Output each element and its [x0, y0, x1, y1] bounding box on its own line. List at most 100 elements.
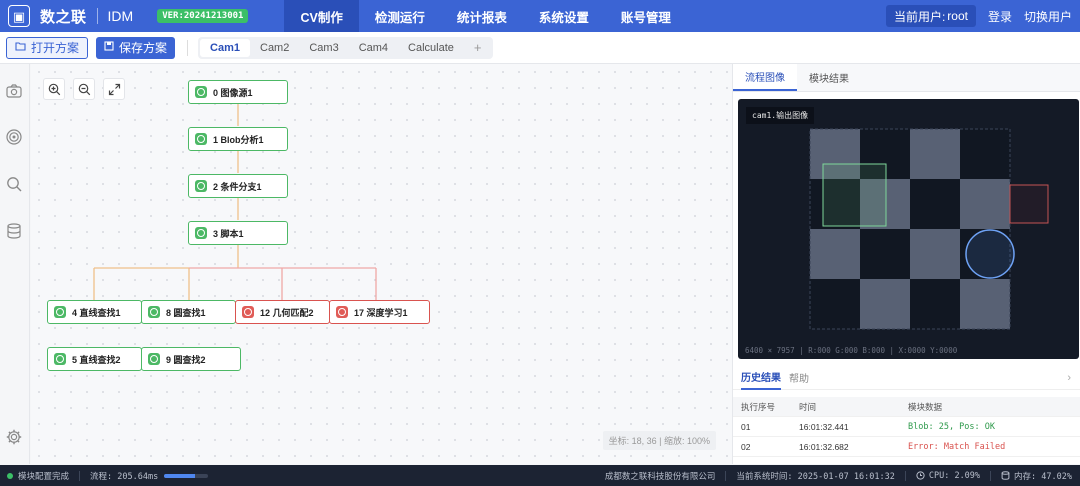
- clock-icon: [916, 471, 925, 480]
- viewer-pixel-info: 6400 × 7957 | R:000 G:000 B:000 | X:0000…: [745, 346, 958, 355]
- flow-node[interactable]: 3 脚本1: [188, 221, 288, 245]
- camera-icon[interactable]: [5, 82, 25, 102]
- company-name: 成都数之联科技股份有限公司: [604, 470, 716, 481]
- status-ok-icon: [54, 353, 66, 365]
- right-panel: 流程图像 模块结果 cam1.输出图像 6400 × 7957 | R:000 …: [732, 64, 1080, 464]
- tab-cam3[interactable]: Cam3: [299, 39, 348, 57]
- chevron-right-icon[interactable]: ›: [1067, 372, 1071, 384]
- target-icon[interactable]: [5, 128, 25, 148]
- flow-node[interactable]: 8 圆查找1: [141, 300, 236, 324]
- tab-cam2[interactable]: Cam2: [250, 39, 299, 57]
- nav-account-manage[interactable]: 账号管理: [605, 0, 687, 32]
- nav-cv-make[interactable]: CV制作: [284, 0, 359, 32]
- cpu-usage: CPU: 2.09%: [916, 471, 980, 481]
- gear-icon[interactable]: [5, 428, 25, 448]
- status-divider: [725, 470, 727, 481]
- nav-detect-run[interactable]: 检测运行: [359, 0, 441, 32]
- node-label: 5 直线查找2: [72, 354, 121, 365]
- brand-name: 数之联: [40, 8, 87, 26]
- node-label: 2 条件分支1: [213, 181, 262, 192]
- folder-open-icon: [15, 41, 26, 54]
- flow-node[interactable]: 1 Blob分析1: [188, 127, 288, 151]
- chip-logo-icon: ▣: [8, 5, 30, 27]
- tab-flow-image[interactable]: 流程图像: [733, 64, 797, 91]
- status-bar: 模块配置完成 流程: 205.64ms 成都数之联科技股份有限公司 当前系统时间…: [0, 465, 1080, 486]
- brand-divider: [96, 8, 98, 24]
- node-label: 12 几何匹配2: [260, 307, 314, 318]
- node-label: 17 深度学习1: [354, 307, 408, 318]
- database-icon[interactable]: [5, 222, 25, 242]
- main-nav: CV制作 检测运行 统计报表 系统设置 账号管理: [284, 0, 686, 32]
- open-plan-button[interactable]: 打开方案: [6, 36, 89, 59]
- camera-tabs: Cam1 Cam2 Cam3 Cam4 Calculate +: [198, 36, 494, 59]
- flow-node[interactable]: 17 深度学习1: [329, 300, 430, 324]
- node-label: 3 脚本1: [213, 228, 244, 239]
- image-viewer[interactable]: cam1.输出图像 6400 × 7957 | R:000 G:000 B:00…: [738, 99, 1079, 359]
- status-ok-icon: [54, 306, 66, 318]
- tab-calculate[interactable]: Calculate: [398, 39, 464, 57]
- flow-node[interactable]: 0 图像源1: [188, 80, 288, 104]
- memory-value: 内存: 47.02%: [1014, 471, 1072, 482]
- status-ok-icon: [195, 180, 207, 192]
- flow-node[interactable]: 4 直线查找1: [47, 300, 142, 324]
- node-label: 4 直线查找1: [72, 307, 121, 318]
- status-ok-icon: [148, 353, 160, 365]
- row-time: 16:01:32.682: [799, 441, 849, 452]
- row-data: Blob: 25, Pos: OK: [908, 421, 995, 432]
- roi-circle: [965, 229, 1015, 279]
- flow-node[interactable]: 12 几何匹配2: [235, 300, 330, 324]
- tab-cam1[interactable]: Cam1: [200, 38, 250, 57]
- tab-cam4[interactable]: Cam4: [349, 39, 398, 57]
- flow-time: 流程: 205.64ms: [90, 471, 159, 482]
- col-exec-seq: 执行序号: [741, 401, 776, 412]
- save-icon: [104, 41, 114, 54]
- system-time: 当前系统时间: 2025-01-07 16:01:32: [736, 471, 895, 482]
- add-tab-button[interactable]: +: [464, 39, 492, 57]
- flow-node[interactable]: 9 圆查找2: [141, 347, 241, 371]
- left-sidebar: [0, 64, 30, 464]
- top-bar: ▣ 数之联 IDM VER:20241213001 CV制作 检测运行 统计报表…: [0, 0, 1080, 32]
- coordinate-readout: 坐标: 18, 36 | 缩放: 100%: [602, 431, 716, 450]
- open-plan-label: 打开方案: [31, 41, 80, 55]
- memory-usage: 内存: 47.02%: [1001, 470, 1072, 482]
- flow-node[interactable]: 5 直线查找2: [47, 347, 142, 371]
- nav-stat-report[interactable]: 统计报表: [441, 0, 523, 32]
- node-label: 9 圆查找2: [166, 354, 206, 365]
- col-time: 时间: [799, 401, 817, 412]
- toolbar: 打开方案 保存方案 Cam1 Cam2 Cam3 Cam4 Calculate …: [0, 32, 1080, 64]
- nav-system-settings[interactable]: 系统设置: [523, 0, 605, 32]
- node-label: 1 Blob分析1: [213, 134, 264, 145]
- memory-icon: [1001, 471, 1010, 480]
- switch-user-button[interactable]: 切换用户: [1024, 8, 1072, 25]
- login-button[interactable]: 登录: [988, 8, 1012, 25]
- row-data: Error: Match Failed: [908, 441, 1006, 452]
- viewer-title: cam1.输出图像: [746, 107, 815, 124]
- history-table: 执行序号 时间 模块数据 01 16:01:32.441 Blob: 25, P…: [733, 397, 1080, 457]
- tab-module-result[interactable]: 模块结果: [797, 64, 861, 91]
- table-row[interactable]: 01 16:01:32.441 Blob: 25, Pos: OK: [733, 417, 1080, 437]
- history-tabs: 历史结果 帮助 ›: [733, 366, 1080, 390]
- current-user-name: root: [947, 9, 968, 23]
- right-panel-tabs: 流程图像 模块结果: [733, 64, 1080, 92]
- row-time: 16:01:32.441: [799, 421, 849, 432]
- save-plan-button[interactable]: 保存方案: [96, 36, 176, 59]
- roi-green-rect: [822, 163, 887, 227]
- status-ok-icon: [195, 86, 207, 98]
- status-divider: [990, 470, 992, 481]
- tab-help[interactable]: 帮助: [789, 366, 809, 390]
- node-label: 0 图像源1: [213, 87, 253, 98]
- status-ok-icon: [148, 306, 160, 318]
- flow-node[interactable]: 2 条件分支1: [188, 174, 288, 198]
- checkerboard-image: [809, 128, 1049, 330]
- version-badge: VER:20241213001: [157, 9, 249, 23]
- flow-canvas[interactable]: 0 图像源1 1 Blob分析1 2 条件分支1 3 脚本1 4 直线查找1 8…: [31, 64, 732, 464]
- tab-history-result[interactable]: 历史结果: [741, 366, 781, 390]
- status-dot-icon: [7, 472, 13, 479]
- col-module-data: 模块数据: [908, 401, 943, 412]
- table-row[interactable]: 02 16:01:32.682 Error: Match Failed: [733, 437, 1080, 457]
- status-right: 成都数之联科技股份有限公司 当前系统时间: 2025-01-07 16:01:3…: [605, 470, 1080, 482]
- status-ok-icon: [195, 133, 207, 145]
- status-divider: [79, 470, 81, 481]
- cpu-value: CPU: 2.09%: [928, 470, 981, 481]
- search-icon[interactable]: [5, 175, 25, 195]
